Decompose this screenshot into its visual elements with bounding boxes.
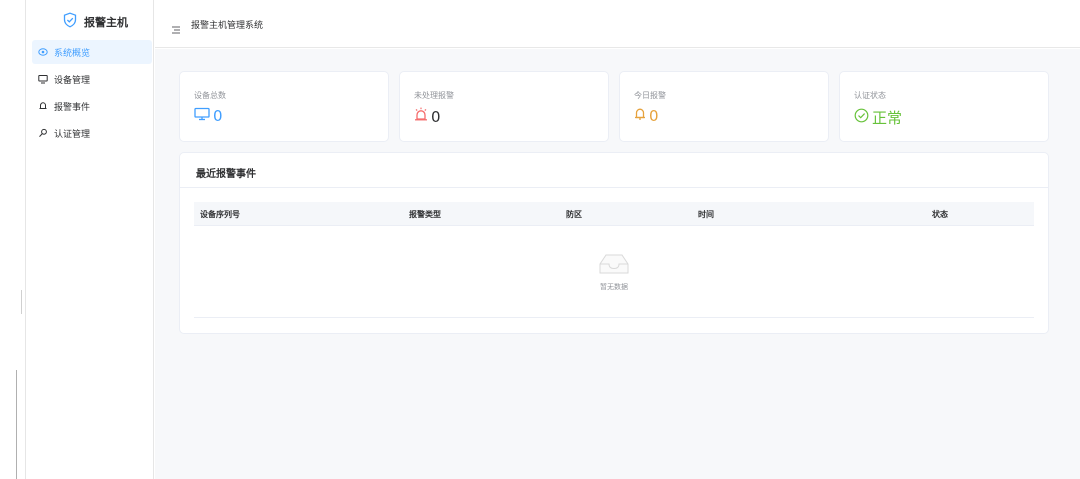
edge-scrollbar[interactable] xyxy=(16,370,17,479)
stat-card-unhandled-alarms: 未处理报警 0 xyxy=(399,71,609,142)
table-header: 设备序列号 报警类型 防区 时间 状态 xyxy=(194,202,1034,226)
stat-value: 0 xyxy=(194,107,223,125)
stat-value: 0 xyxy=(634,107,659,125)
shield-check-icon xyxy=(62,12,78,32)
page-title: 报警主机管理系统 xyxy=(191,21,264,31)
stat-number: 0 xyxy=(213,107,223,125)
bell-icon xyxy=(634,107,646,125)
stat-label: 设备总数 xyxy=(194,91,226,100)
edge-resize-handle[interactable] xyxy=(21,290,22,314)
sidebar-item-label: 认证管理 xyxy=(54,129,91,140)
alarm-light-icon xyxy=(414,107,428,126)
stat-label: 未处理报警 xyxy=(414,91,454,100)
sidebar-item-label: 报警事件 xyxy=(54,102,91,113)
column-header[interactable]: 设备序列号 xyxy=(200,209,240,220)
eye-icon xyxy=(38,47,48,57)
panel-title: 最近报警事件 xyxy=(196,169,256,180)
stat-number: 0 xyxy=(431,107,441,126)
stat-value: 正常 xyxy=(854,107,902,128)
check-circle-icon xyxy=(854,108,869,127)
monitor-icon xyxy=(194,107,210,125)
sidebar-item-label: 设备管理 xyxy=(54,75,91,86)
panel-divider xyxy=(180,187,1048,188)
table-empty-state: 暂无数据 xyxy=(194,226,1034,318)
sidebar-item-label: 系统概览 xyxy=(54,48,91,59)
column-header[interactable]: 防区 xyxy=(566,209,582,220)
menu-toggle-icon[interactable] xyxy=(171,20,181,34)
column-header[interactable]: 状态 xyxy=(932,209,948,220)
bell-icon xyxy=(38,101,48,111)
stat-card-today-alarms: 今日报警 0 xyxy=(619,71,829,142)
app-frame: 报警主机 系统概览 设备管理 报警事件 认证管理 报警主机管理系统 设备总数 0… xyxy=(0,0,1080,479)
sidebar: 报警主机 系统概览 设备管理 报警事件 认证管理 xyxy=(26,0,154,479)
column-header[interactable]: 时间 xyxy=(698,209,714,220)
events-table: 设备序列号 报警类型 防区 时间 状态 暂无数据 xyxy=(194,202,1034,318)
stat-number: 正常 xyxy=(872,109,903,127)
stat-card-device-total: 设备总数 0 xyxy=(179,71,389,142)
stat-number: 0 xyxy=(649,107,659,125)
recent-events-panel: 最近报警事件 设备序列号 报警类型 防区 时间 状态 暂无数据 xyxy=(179,152,1049,334)
column-header[interactable]: 报警类型 xyxy=(409,209,441,220)
stat-card-auth-status: 认证状态 正常 xyxy=(839,71,1049,142)
sidebar-item-devices[interactable]: 设备管理 xyxy=(32,67,152,91)
stat-label: 认证状态 xyxy=(854,91,886,100)
sidebar-item-auth[interactable]: 认证管理 xyxy=(32,121,152,145)
sidebar-menu: 系统概览 设备管理 报警事件 认证管理 xyxy=(32,40,152,148)
sidebar-item-alarm-events[interactable]: 报警事件 xyxy=(32,94,152,118)
logo[interactable]: 报警主机 xyxy=(62,12,128,32)
top-header: 报警主机管理系统 xyxy=(155,0,1080,48)
empty-inbox-icon xyxy=(594,252,634,280)
logo-title: 报警主机 xyxy=(84,16,128,29)
stat-value: 0 xyxy=(414,107,441,126)
window-left-edge xyxy=(0,0,26,479)
stat-label: 今日报警 xyxy=(634,91,666,100)
monitor-icon xyxy=(38,74,48,84)
key-icon xyxy=(38,128,48,138)
main-content: 设备总数 0 未处理报警 0 今日报警 0 认证状态 正常 最近报警事件 设备序… xyxy=(155,49,1080,479)
empty-text: 暂无数据 xyxy=(600,283,628,291)
sidebar-item-overview[interactable]: 系统概览 xyxy=(32,40,152,64)
